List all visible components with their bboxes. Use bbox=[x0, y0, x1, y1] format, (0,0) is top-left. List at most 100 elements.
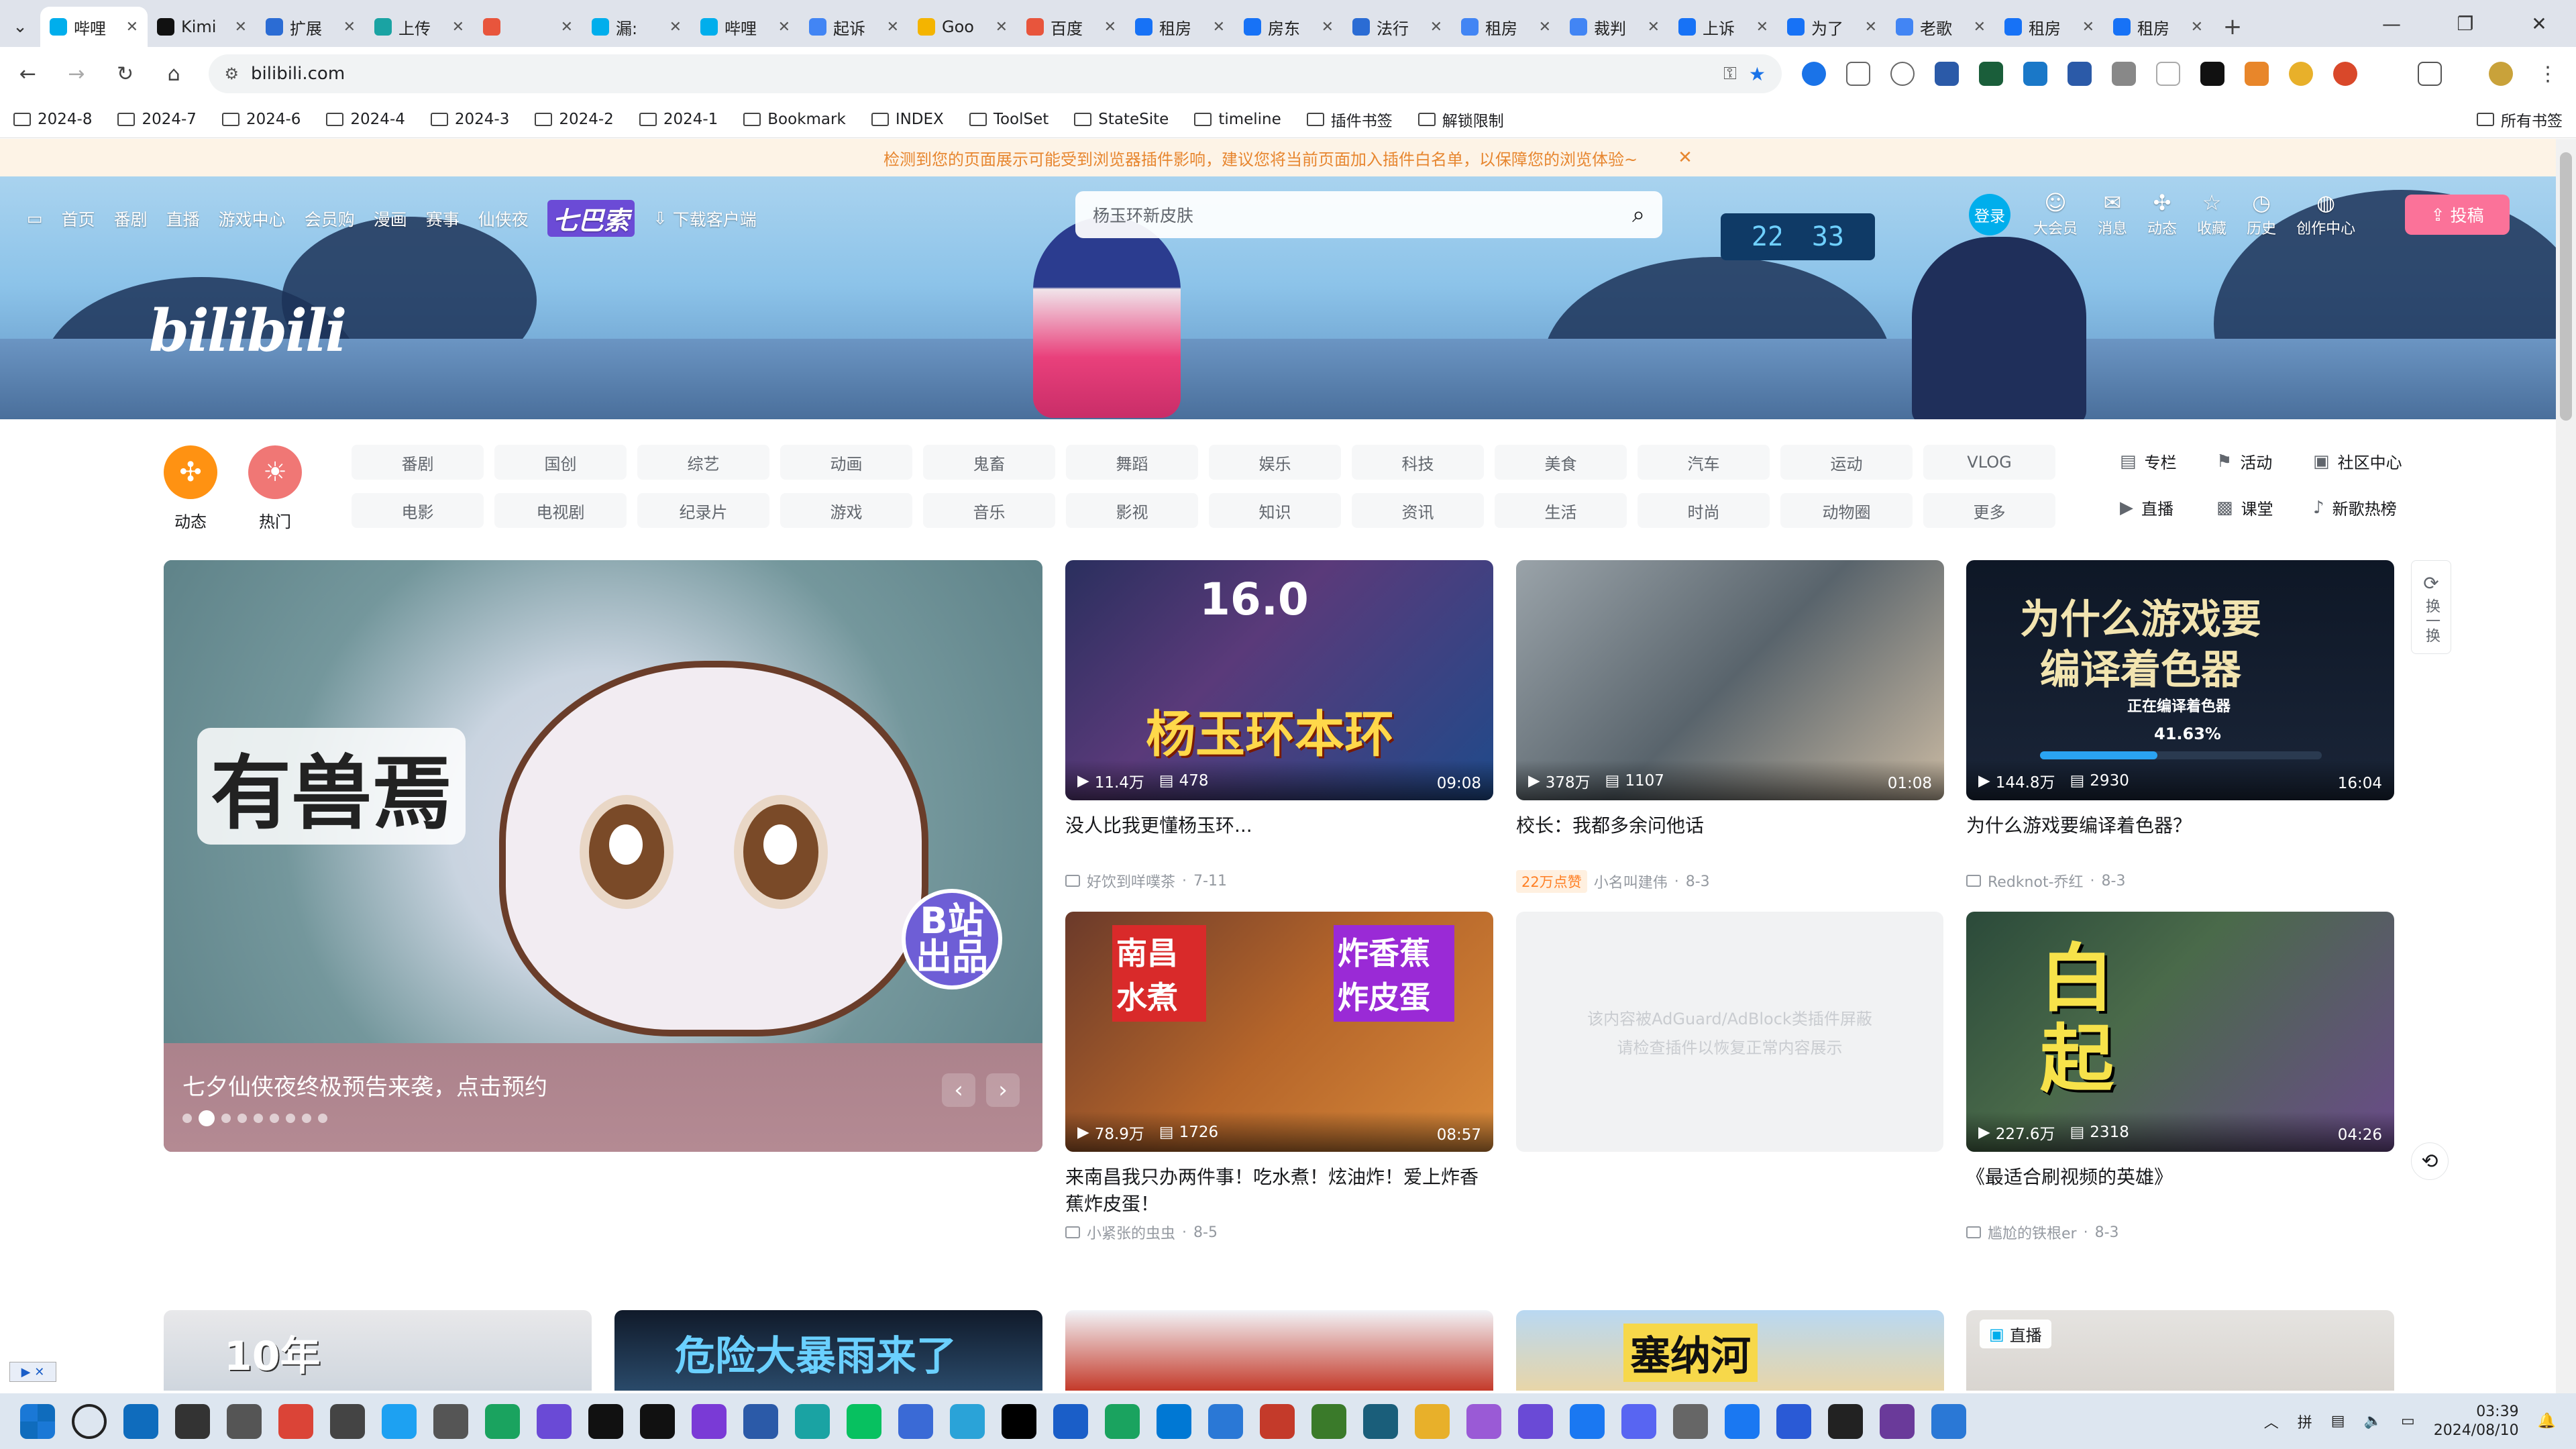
download-client-link[interactable]: ⇩ 下载客户端 bbox=[653, 207, 757, 231]
tab-close-icon[interactable]: ✕ bbox=[1648, 19, 1660, 36]
taskbar-app-icon[interactable] bbox=[1260, 1403, 1295, 1439]
taskbar-app-icon[interactable] bbox=[898, 1403, 933, 1439]
tray-chevron-icon[interactable]: ︿ bbox=[2264, 1411, 2279, 1432]
taskbar-search-icon[interactable] bbox=[72, 1403, 107, 1439]
video-title[interactable]: 来南昌我只办两件事！吃水煮！炫油炸！爱上炸香蕉炸皮蛋！ bbox=[1065, 1164, 1493, 1218]
browser-tab[interactable]: 法行 ✕ bbox=[1343, 7, 1452, 47]
taskbar-app-icon[interactable] bbox=[1776, 1403, 1811, 1439]
taskbar-app-icon[interactable] bbox=[847, 1403, 881, 1439]
video-thumbnail[interactable]: 10年 bbox=[164, 1310, 592, 1391]
video-title[interactable]: 为什么游戏要编译着色器？ bbox=[1966, 812, 2394, 866]
close-warning-icon[interactable]: ✕ bbox=[1678, 148, 1693, 168]
carousel-dot[interactable] bbox=[254, 1114, 263, 1123]
video-thumbnail[interactable] bbox=[1065, 1310, 1493, 1391]
battery-icon[interactable]: ▭ bbox=[2401, 1413, 2415, 1430]
bilibili-logo[interactable]: bilibili bbox=[149, 297, 347, 365]
uploader-name[interactable]: 小名叫建伟 bbox=[1594, 871, 1668, 892]
browser-tab[interactable]: 上诉 ✕ bbox=[1669, 7, 1778, 47]
top-nav-item[interactable]: 番剧 bbox=[114, 207, 148, 231]
taskbar-app-icon[interactable] bbox=[382, 1403, 417, 1439]
bookmark-item[interactable]: 2024-7 bbox=[117, 111, 197, 128]
taskbar-app-icon[interactable] bbox=[1002, 1403, 1036, 1439]
tab-close-icon[interactable]: ✕ bbox=[1756, 19, 1768, 36]
taskbar-app-icon[interactable] bbox=[1570, 1403, 1605, 1439]
bookmark-item[interactable]: 2024-2 bbox=[535, 111, 614, 128]
tab-close-icon[interactable]: ✕ bbox=[669, 19, 682, 36]
forward-arrow-icon[interactable]: → bbox=[62, 59, 91, 89]
carousel-dot[interactable] bbox=[237, 1114, 247, 1123]
channel-button[interactable]: 动画 bbox=[780, 445, 912, 480]
tab-close-icon[interactable]: ✕ bbox=[1104, 19, 1116, 36]
upload-button[interactable]: ⇪ 投稿 bbox=[2405, 195, 2510, 235]
tab-close-icon[interactable]: ✕ bbox=[2191, 19, 2203, 36]
video-thumbnail[interactable]: 为什么游戏要 编译着色器 正在编译着色器 41.63% ▶ 144.8万 ▤ 2930 16:0… bbox=[1966, 560, 2394, 800]
tab-close-icon[interactable]: ✕ bbox=[1213, 19, 1225, 36]
channel-side-link[interactable]: ▤ 专栏 bbox=[2120, 449, 2207, 473]
channel-button[interactable]: 更多 bbox=[1923, 493, 2055, 528]
tab-close-icon[interactable]: ✕ bbox=[1539, 19, 1551, 36]
bookmark-item[interactable]: 解锁限制 bbox=[1417, 108, 1504, 131]
undo-icon[interactable] bbox=[2156, 62, 2181, 86]
tab-close-icon[interactable]: ✕ bbox=[343, 19, 356, 36]
extension-icon[interactable] bbox=[2068, 62, 2092, 86]
search-bar[interactable]: 杨玉环新皮肤 ⌕ bbox=[1075, 191, 1662, 238]
tab-close-icon[interactable]: ✕ bbox=[1430, 19, 1442, 36]
channel-side-link[interactable]: ▩ 课堂 bbox=[2216, 496, 2304, 519]
bookmark-item[interactable]: 插件书签 bbox=[1306, 108, 1393, 131]
channel-button[interactable]: 汽车 bbox=[1638, 445, 1770, 480]
extension-icon[interactable] bbox=[1979, 62, 2004, 86]
carousel-dot[interactable] bbox=[270, 1114, 279, 1123]
taskbar-app-icon[interactable] bbox=[640, 1403, 675, 1439]
channel-button[interactable]: VLOG bbox=[1923, 445, 2055, 480]
tab-close-icon[interactable]: ✕ bbox=[126, 19, 138, 36]
taskbar-app-icon[interactable] bbox=[1880, 1403, 1915, 1439]
floating-media-widget[interactable]: ▶ ✕ bbox=[9, 1362, 56, 1382]
extension-icon[interactable] bbox=[2200, 62, 2225, 86]
video-card[interactable]: 塞纳河 bbox=[1516, 1310, 1944, 1391]
browser-tab[interactable]: 起诉 ✕ bbox=[800, 7, 908, 47]
bookmark-item[interactable]: 2024-6 bbox=[221, 111, 301, 128]
cloud-icon[interactable] bbox=[1890, 62, 1915, 86]
browser-tab[interactable]: ✕ bbox=[474, 7, 582, 47]
refresh-button[interactable]: ⟳ 换一换 bbox=[2411, 560, 2451, 654]
channel-button[interactable]: 综艺 bbox=[637, 445, 769, 480]
taskbar-app-icon[interactable] bbox=[588, 1403, 623, 1439]
browser-tab[interactable]: 房东 ✕ bbox=[1234, 7, 1343, 47]
taskbar-app-icon[interactable] bbox=[1621, 1403, 1656, 1439]
input-method-icon[interactable]: 拼 bbox=[2298, 1411, 2312, 1432]
taskbar-app-icon[interactable] bbox=[950, 1403, 985, 1439]
channel-button[interactable]: 电影 bbox=[352, 493, 484, 528]
hero-carousel[interactable]: 有兽焉 B站出品 七夕仙侠夜终极预告来袭，点击预约 ‹ › bbox=[164, 560, 1042, 1152]
browser-tab[interactable]: 扩展 ✕ bbox=[256, 7, 365, 47]
channel-button[interactable]: 音乐 bbox=[923, 493, 1055, 528]
carousel-next-icon[interactable]: › bbox=[986, 1073, 1020, 1107]
taskbar-app-icon[interactable] bbox=[1053, 1403, 1088, 1439]
carousel-prev-icon[interactable]: ‹ bbox=[942, 1073, 975, 1107]
taskbar-app-icon[interactable] bbox=[123, 1403, 158, 1439]
video-thumbnail[interactable]: ▶ 378万 ▤ 1107 01:08 bbox=[1516, 560, 1944, 800]
tab-close-icon[interactable]: ✕ bbox=[1322, 19, 1334, 36]
taskbar-app-icon[interactable] bbox=[1311, 1403, 1346, 1439]
new-tab-plus-icon[interactable]: + bbox=[2212, 7, 2253, 47]
taskbar-app-icon[interactable] bbox=[1363, 1403, 1398, 1439]
taskbar-app-icon[interactable] bbox=[330, 1403, 365, 1439]
taskbar-app-icon[interactable] bbox=[1725, 1403, 1760, 1439]
taskbar-app-icon[interactable] bbox=[1208, 1403, 1243, 1439]
tab-close-icon[interactable]: ✕ bbox=[778, 19, 790, 36]
extension-icon[interactable] bbox=[2023, 62, 2048, 86]
bookmark-star-icon[interactable]: ★ bbox=[1749, 63, 1766, 85]
browser-tab[interactable]: 裁判 ✕ bbox=[1560, 7, 1669, 47]
promo-badge[interactable]: 七巴索 bbox=[547, 200, 635, 237]
tab-close-icon[interactable]: ✕ bbox=[996, 19, 1008, 36]
all-bookmarks[interactable]: 所有书签 bbox=[2477, 108, 2563, 131]
network-icon[interactable]: ▤ bbox=[2331, 1413, 2345, 1430]
top-nav-item[interactable]: 仙侠夜 bbox=[478, 207, 529, 231]
video-card[interactable] bbox=[1065, 1310, 1493, 1391]
top-nav-item[interactable]: 直播 bbox=[166, 207, 200, 231]
feature-circle-item[interactable]: ✣ 动态 bbox=[164, 445, 217, 532]
bookmark-item[interactable]: 2024-1 bbox=[639, 111, 718, 128]
top-nav-item[interactable]: 漫画 bbox=[374, 207, 407, 231]
taskbar-app-icon[interactable] bbox=[1415, 1403, 1450, 1439]
taskbar-app-icon[interactable] bbox=[1466, 1403, 1501, 1439]
browser-tab[interactable]: 租房 ✕ bbox=[1126, 7, 1234, 47]
